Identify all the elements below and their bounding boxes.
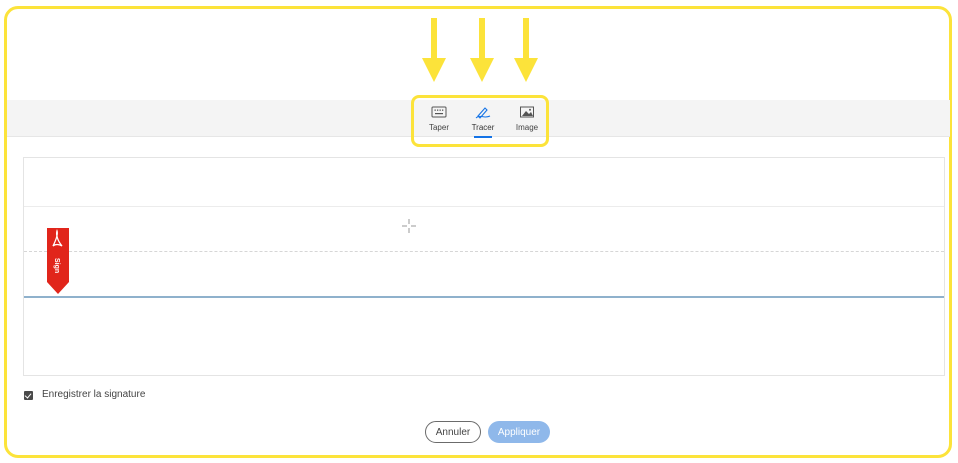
- apply-button[interactable]: Appliquer: [488, 421, 550, 443]
- sign-badge-text: Sign: [53, 258, 60, 273]
- tabs-highlight-box: [411, 95, 549, 147]
- signature-drawing-area[interactable]: [23, 157, 945, 376]
- guide-dashed-line: [24, 251, 944, 252]
- sign-here-badge: Sign: [47, 228, 69, 294]
- save-signature-checkbox[interactable]: [24, 391, 33, 400]
- save-signature-label: Enregistrer la signature: [42, 389, 146, 400]
- signature-baseline: [24, 296, 944, 298]
- arrow-down-icon: [514, 18, 538, 82]
- guide-line: [24, 206, 944, 207]
- move-crosshair-icon[interactable]: [402, 219, 416, 233]
- arrow-down-icon: [422, 18, 446, 82]
- arrow-down-icon: [470, 18, 494, 82]
- cancel-button[interactable]: Annuler: [425, 421, 481, 443]
